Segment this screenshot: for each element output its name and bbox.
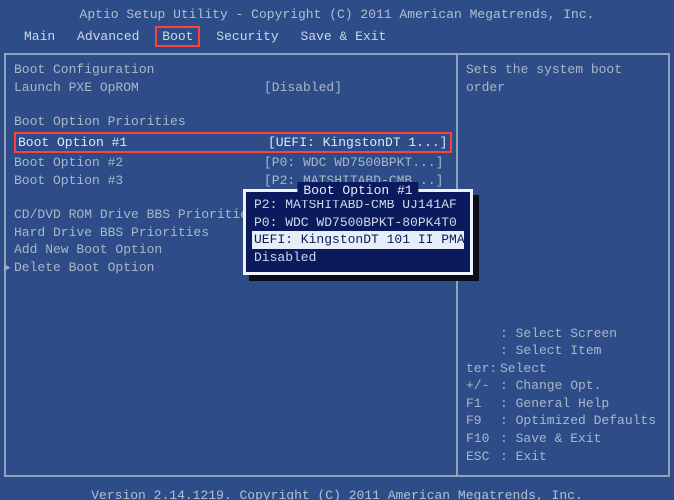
menubar: Main Advanced Boot Security Save & Exit bbox=[0, 26, 674, 54]
help-text-3: : Change Opt. bbox=[500, 378, 601, 393]
menu-save-exit[interactable]: Save & Exit bbox=[295, 27, 393, 47]
menu-advanced[interactable]: Advanced bbox=[71, 27, 145, 47]
help-key-6: F10 bbox=[466, 430, 500, 448]
popup-item-1[interactable]: P0: WDC WD7500BPKT-80PK4T0 bbox=[252, 214, 464, 232]
help-text-0: : Select Screen bbox=[500, 326, 617, 341]
help-key-list: : Select Screen : Select Item ter:Select… bbox=[466, 325, 660, 465]
section-boot-config: Boot Configuration bbox=[14, 61, 452, 79]
right-pane: Sets the system boot order : Select Scre… bbox=[458, 55, 668, 475]
popup-item-2[interactable]: UEFI: KingstonDT 101 II PMAP bbox=[252, 231, 464, 249]
menu-boot[interactable]: Boot bbox=[155, 26, 200, 48]
menu-security[interactable]: Security bbox=[210, 27, 284, 47]
help-key-2: ter: bbox=[466, 360, 500, 378]
help-text-5: : Optimized Defaults bbox=[500, 413, 656, 428]
row-boot-option-1[interactable]: Boot Option #1 [UEFI: KingstonDT 1...] bbox=[14, 132, 452, 154]
help-key-5: F9 bbox=[466, 412, 500, 430]
value-boot-option-2: [P0: WDC WD7500BPKT...] bbox=[264, 154, 443, 172]
help-key-7: ESC bbox=[466, 448, 500, 466]
submenu-arrow-icon: ▸ bbox=[4, 259, 11, 277]
help-description: Sets the system boot order bbox=[466, 61, 660, 96]
menu-main[interactable]: Main bbox=[18, 27, 61, 47]
value-launch-pxe: [Disabled] bbox=[264, 79, 342, 97]
label-boot-option-1: Boot Option #1 bbox=[18, 134, 268, 152]
help-text-6: : Save & Exit bbox=[500, 431, 601, 446]
row-boot-option-2[interactable]: Boot Option #2 [P0: WDC WD7500BPKT...] bbox=[14, 154, 452, 172]
section-boot-priorities: Boot Option Priorities bbox=[14, 113, 452, 131]
row-launch-pxe[interactable]: Launch PXE OpROM [Disabled] bbox=[14, 79, 452, 97]
utility-footer: Version 2.14.1219. Copyright (C) 2011 Am… bbox=[0, 477, 674, 500]
popup-title: Boot Option #1 bbox=[297, 182, 418, 200]
value-boot-option-1: [UEFI: KingstonDT 1...] bbox=[268, 134, 447, 152]
help-text-7: : Exit bbox=[500, 449, 547, 464]
boot-option-popup[interactable]: Boot Option #1 P2: MATSHITABD-CMB UJ141A… bbox=[243, 189, 473, 275]
label-delete-boot-option: Delete Boot Option bbox=[14, 260, 154, 275]
utility-title: Aptio Setup Utility - Copyright (C) 2011… bbox=[0, 0, 674, 26]
help-text-2: Select bbox=[500, 361, 547, 376]
help-key-3: +/- bbox=[466, 377, 500, 395]
label-launch-pxe: Launch PXE OpROM bbox=[14, 79, 264, 97]
label-boot-option-2: Boot Option #2 bbox=[14, 154, 264, 172]
help-text-1: : Select Item bbox=[500, 343, 601, 358]
help-text-4: : General Help bbox=[500, 396, 609, 411]
help-key-4: F1 bbox=[466, 395, 500, 413]
label-boot-option-3: Boot Option #3 bbox=[14, 172, 264, 190]
popup-item-3[interactable]: Disabled bbox=[252, 249, 464, 267]
